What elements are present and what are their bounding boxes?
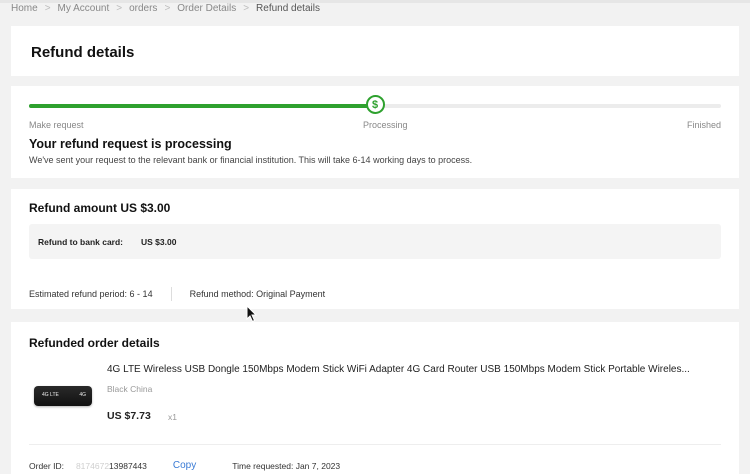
mouse-cursor-icon: [246, 305, 258, 323]
breadcrumb-separator: >: [116, 3, 123, 14]
refund-period: Estimated refund period: 6 - 14: [29, 289, 153, 299]
order-meta-row: Order ID: 8174672 13987443 Copy Time req…: [29, 460, 340, 471]
product-quantity: x1: [168, 412, 177, 422]
refund-method: Refund method: Original Payment: [189, 289, 326, 299]
product-variant: Black China: [107, 384, 153, 394]
page-title: Refund details: [31, 44, 135, 61]
order-id-label: Order ID:: [29, 460, 64, 471]
product-thumbnail[interactable]: 4G LTE 4G: [29, 362, 97, 430]
step-processing: Processing: [363, 120, 408, 130]
breadcrumb-orders[interactable]: orders: [129, 3, 157, 14]
refund-meta-row: Estimated refund period: 6 - 14 Refund m…: [29, 287, 325, 301]
bank-card-value: US $3.00: [141, 237, 177, 247]
page-title-card: Refund details: [11, 26, 739, 76]
breadcrumb-refund-details: Refund details: [256, 3, 320, 14]
refunded-order-title: Refunded order details: [29, 336, 160, 350]
dollar-refresh-icon: $: [365, 95, 385, 114]
status-title: Your refund request is processing: [29, 137, 232, 151]
step-make-request: Make request: [29, 120, 84, 130]
step-finished: Finished: [686, 120, 721, 130]
refund-amount-card: Refund amount US $3.00 Refund to bank ca…: [11, 189, 739, 309]
bank-card-box: Refund to bank card: US $3.00: [29, 224, 721, 259]
refund-progress-card: $ Make request Processing Finished Your …: [11, 86, 739, 178]
divider: [29, 444, 721, 445]
breadcrumb-separator: >: [164, 3, 171, 14]
product-price: US $7.73: [107, 410, 151, 422]
order-id-value: 13987443: [109, 460, 147, 471]
divider: [170, 287, 172, 301]
breadcrumb-my-account[interactable]: My Account: [58, 3, 110, 14]
time-requested: Time requested: Jan 7, 2023: [232, 460, 341, 471]
refunded-order-card: Refunded order details 4G LTE 4G 4G LTE …: [11, 322, 739, 474]
refund-amount-title: Refund amount US $3.00: [29, 201, 171, 215]
product-name[interactable]: 4G LTE Wireless USB Dongle 150Mbps Modem…: [107, 364, 723, 375]
breadcrumb: Home > My Account > orders > Order Detai…: [11, 3, 320, 14]
breadcrumb-home[interactable]: Home: [11, 3, 38, 14]
order-id-masked: 8174672: [75, 460, 110, 471]
progress-fill: [29, 104, 375, 108]
status-description: We've sent your request to the relevant …: [29, 155, 473, 165]
usb-dongle-image: 4G LTE 4G: [34, 386, 92, 406]
breadcrumb-order-details[interactable]: Order Details: [177, 3, 236, 14]
copy-order-id-button[interactable]: Copy: [173, 460, 196, 471]
breadcrumb-separator: >: [243, 3, 250, 14]
breadcrumb-separator: >: [44, 3, 51, 14]
bank-card-label: Refund to bank card:: [38, 237, 124, 247]
